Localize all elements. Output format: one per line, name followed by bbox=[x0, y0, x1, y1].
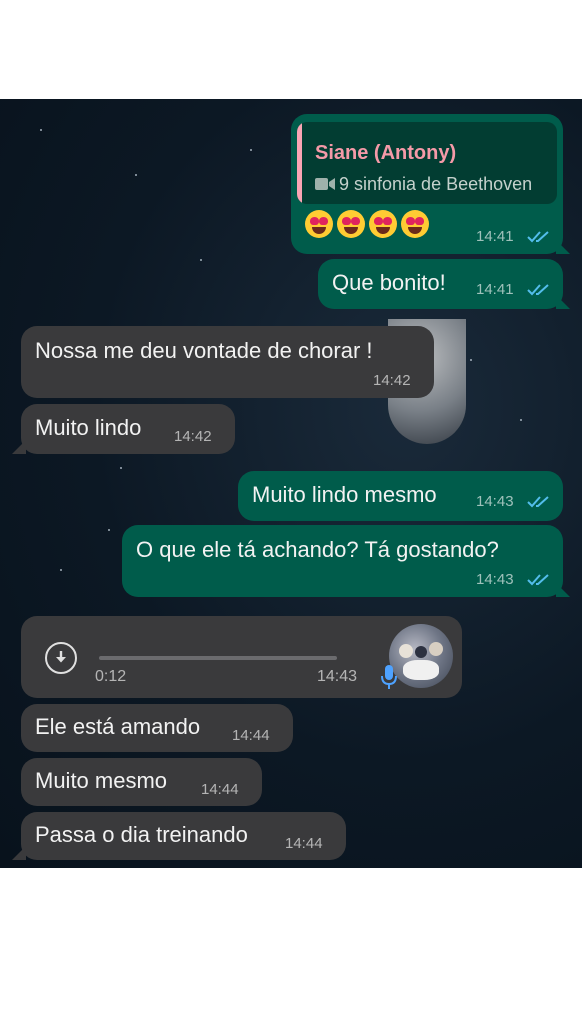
sender-avatar[interactable] bbox=[389, 624, 453, 688]
message-bubble-outgoing[interactable]: Muito lindo mesmo 14:43 bbox=[238, 471, 563, 521]
message-text: Ele está amando bbox=[35, 714, 201, 739]
message-time: 14:44 bbox=[285, 835, 323, 852]
message-time: 14:42 bbox=[373, 372, 411, 389]
message-time: 14:44 bbox=[201, 781, 239, 798]
message-bubble-outgoing[interactable]: Que bonito! 14:41 bbox=[318, 259, 563, 309]
heart-eyes-emoji-icon bbox=[305, 210, 333, 238]
voice-message-bubble[interactable]: 0:12 14:43 bbox=[21, 616, 462, 698]
message-bubble-outgoing[interactable]: Siane (Antony) 9 sinfonia de Beethoven 1… bbox=[291, 114, 563, 254]
message-bubble-incoming[interactable]: Nossa me deu vontade de chorar ! 14:42 bbox=[21, 326, 434, 398]
message-bubble-incoming[interactable]: Muito lindo 14:42 bbox=[21, 404, 235, 454]
message-text: Nossa me deu vontade de chorar ! bbox=[35, 338, 373, 363]
message-time: 14:43 bbox=[317, 668, 358, 685]
message-time: 14:43 bbox=[476, 493, 514, 510]
download-arrow-icon bbox=[56, 651, 66, 663]
download-button[interactable] bbox=[45, 642, 77, 674]
message-text: Muito mesmo bbox=[35, 768, 168, 793]
double-check-read-icon bbox=[527, 574, 549, 586]
message-bubble-incoming[interactable]: Ele está amando 14:44 bbox=[21, 704, 293, 752]
message-text: Muito lindo bbox=[35, 415, 142, 440]
message-time: 14:41 bbox=[476, 228, 514, 245]
voice-waveform-track[interactable] bbox=[99, 656, 337, 660]
double-check-read-icon bbox=[527, 231, 549, 243]
message-bubble-incoming[interactable]: Muito mesmo 14:44 bbox=[21, 758, 262, 806]
message-bubble-outgoing[interactable]: O que ele tá achando? Tá gostando? 14:43 bbox=[122, 525, 563, 597]
heart-eyes-emoji-icon bbox=[337, 210, 365, 238]
video-camera-icon bbox=[315, 178, 335, 190]
heart-eyes-emoji-icon bbox=[369, 210, 397, 238]
microphone-icon bbox=[381, 665, 397, 689]
message-time: 14:44 bbox=[232, 727, 270, 744]
quoted-message-preview: 9 sinfonia de Beethoven bbox=[315, 174, 532, 195]
message-text: Passa o dia treinando bbox=[35, 822, 248, 847]
message-time: 14:42 bbox=[174, 428, 212, 445]
double-check-read-icon bbox=[527, 496, 549, 508]
double-check-read-icon bbox=[527, 284, 549, 296]
chat-background: Siane (Antony) 9 sinfonia de Beethoven 1… bbox=[0, 99, 582, 868]
message-text: Que bonito! bbox=[332, 270, 446, 295]
message-text: O que ele tá achando? Tá gostando? bbox=[136, 537, 499, 562]
quote-accent-bar bbox=[297, 122, 302, 204]
message-time: 14:43 bbox=[476, 571, 514, 588]
message-time: 14:41 bbox=[476, 281, 514, 298]
heart-eyes-emoji-icon bbox=[401, 210, 429, 238]
message-text: Muito lindo mesmo bbox=[252, 482, 437, 507]
quoted-message[interactable]: Siane (Antony) 9 sinfonia de Beethoven bbox=[297, 122, 557, 204]
emoji-row bbox=[305, 210, 429, 238]
quoted-sender-name: Siane (Antony) bbox=[315, 142, 457, 164]
quoted-message-text: 9 sinfonia de Beethoven bbox=[339, 174, 533, 194]
voice-duration: 0:12 bbox=[95, 668, 127, 685]
message-bubble-incoming[interactable]: Passa o dia treinando 14:44 bbox=[21, 812, 346, 860]
